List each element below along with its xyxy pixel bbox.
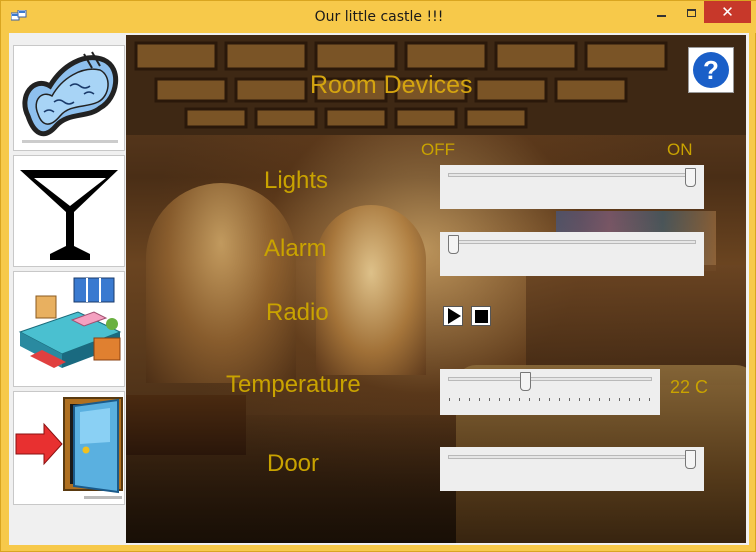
app-window: Our little castle !!! ✕ ? Room Devices O… [0, 0, 756, 552]
off-label: OFF [421, 140, 455, 159]
door-label: Door [267, 450, 320, 477]
client-area: ? Room Devices OFF ON Lights Alarm Radio [9, 33, 749, 545]
slider-track [448, 455, 696, 459]
swimming-pool-icon [22, 51, 119, 143]
sidebar-item-exit[interactable] [13, 391, 125, 505]
slider-thumb[interactable] [520, 372, 531, 391]
slider-track [448, 173, 696, 177]
sidebar-item-bedroom[interactable] [13, 271, 125, 387]
exit-door-icon [15, 397, 123, 499]
close-icon: ✕ [721, 2, 734, 21]
door-slider[interactable] [440, 447, 704, 491]
room-scene: ? Room Devices OFF ON Lights Alarm Radio [126, 35, 746, 543]
temperature-label: Temperature [226, 371, 361, 398]
lights-slider[interactable] [440, 165, 704, 209]
maximize-icon [686, 9, 696, 17]
close-button[interactable]: ✕ [704, 1, 751, 23]
stop-icon [474, 309, 488, 323]
sidebar [13, 35, 126, 543]
window-title: Our little castle !!! [314, 9, 444, 25]
cocktail-glass-icon [20, 170, 118, 260]
sidebar-item-bar[interactable] [13, 155, 125, 267]
alarm-slider[interactable] [440, 232, 704, 276]
sidebar-item-pool[interactable] [13, 45, 125, 151]
slider-track [448, 240, 696, 244]
temperature-value: 22 C [670, 377, 709, 397]
alarm-label: Alarm [264, 235, 327, 262]
slider-ticks [449, 398, 650, 401]
slider-thumb[interactable] [685, 450, 696, 469]
maximize-button[interactable] [676, 1, 706, 25]
on-label: ON [667, 140, 693, 159]
radio-play-button[interactable] [443, 306, 463, 326]
temperature-slider[interactable] [440, 369, 660, 415]
svg-text:?: ? [703, 55, 719, 85]
bedroom-icon [18, 277, 122, 368]
slider-thumb[interactable] [685, 168, 696, 187]
chest [126, 395, 246, 455]
help-button[interactable]: ? [688, 47, 734, 93]
lights-label: Lights [264, 167, 329, 194]
radio-label: Radio [266, 299, 329, 326]
radio-stop-button[interactable] [471, 306, 491, 326]
page-title: Room Devices [310, 71, 473, 99]
title-bar[interactable]: Our little castle !!! ✕ [1, 1, 756, 33]
inner-archway [316, 205, 426, 375]
minimize-icon [656, 15, 666, 17]
slider-thumb[interactable] [448, 235, 459, 254]
play-icon [448, 308, 461, 324]
archway [146, 183, 296, 383]
slider-track [448, 377, 652, 381]
minimize-button[interactable] [646, 1, 676, 25]
help-icon: ? [693, 52, 729, 88]
